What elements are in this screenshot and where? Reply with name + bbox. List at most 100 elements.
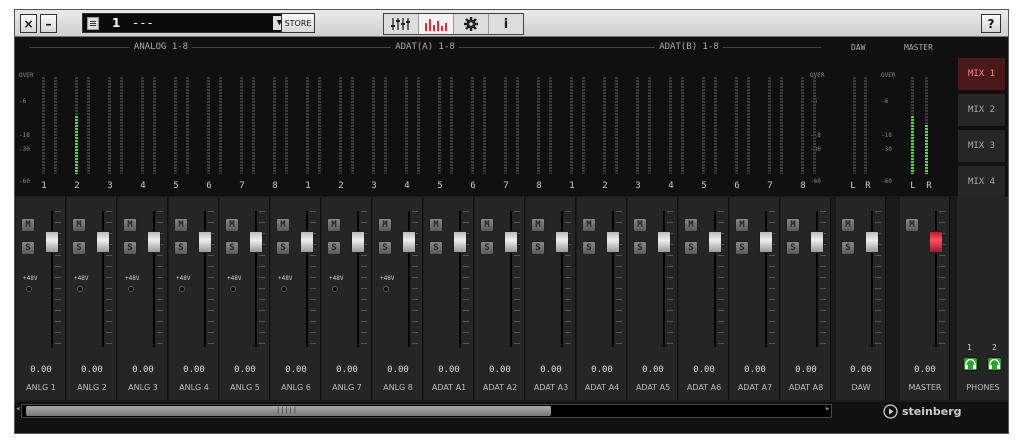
document-icon bbox=[87, 17, 99, 30]
meter-bar bbox=[153, 77, 156, 174]
fader-handle[interactable] bbox=[504, 231, 518, 253]
tab-meters[interactable] bbox=[419, 14, 454, 34]
preset-selector[interactable]: 1 --- ▼ bbox=[82, 13, 290, 33]
steinberg-logo-icon bbox=[883, 403, 898, 419]
solo-button[interactable]: S bbox=[123, 241, 137, 255]
fader-handle[interactable] bbox=[606, 231, 620, 253]
solo-button[interactable]: S bbox=[633, 241, 647, 255]
scroll-grip: ||||| bbox=[276, 406, 298, 414]
solo-button[interactable]: S bbox=[429, 241, 443, 255]
phantom-power-led[interactable] bbox=[179, 286, 185, 292]
solo-button[interactable]: S bbox=[378, 241, 392, 255]
solo-button[interactable]: S bbox=[531, 241, 545, 255]
channel-number: 6 bbox=[470, 181, 476, 191]
mute-button[interactable]: M bbox=[327, 218, 341, 232]
daw-meter-l bbox=[853, 77, 856, 174]
minimize-button[interactable]: – bbox=[40, 14, 57, 33]
mute-button[interactable]: M bbox=[378, 218, 392, 232]
meter-bar bbox=[636, 77, 639, 174]
phantom-power-led[interactable] bbox=[26, 286, 32, 292]
mute-button[interactable]: M bbox=[633, 218, 647, 232]
fader-handle[interactable] bbox=[453, 231, 467, 253]
solo-button[interactable]: S bbox=[735, 241, 749, 255]
tab-mixer[interactable] bbox=[384, 14, 419, 34]
store-button[interactable]: STORE bbox=[281, 13, 315, 33]
channel-name: ANLG 8 bbox=[383, 383, 413, 392]
fader-handle[interactable] bbox=[147, 231, 161, 253]
mix-2-button[interactable]: MIX 2 bbox=[957, 93, 1006, 127]
fader-handle[interactable] bbox=[865, 231, 879, 253]
mute-button[interactable]: M bbox=[735, 218, 749, 232]
fader-handle[interactable] bbox=[759, 231, 773, 253]
phones-1-button[interactable] bbox=[963, 357, 978, 371]
mute-button[interactable]: M bbox=[684, 218, 698, 232]
help-button[interactable]: ? bbox=[981, 14, 1001, 33]
mute-button[interactable]: M bbox=[841, 218, 855, 232]
phones-label: PHONES bbox=[966, 383, 1000, 392]
mute-button[interactable]: M bbox=[531, 218, 545, 232]
fader-handle[interactable] bbox=[657, 231, 671, 253]
phantom-power-led[interactable] bbox=[383, 286, 389, 292]
mute-button[interactable]: M bbox=[480, 218, 494, 232]
solo-button[interactable]: S bbox=[480, 241, 494, 255]
mute-button[interactable]: M bbox=[905, 218, 919, 232]
solo-button[interactable]: S bbox=[21, 241, 35, 255]
channel-name: ADAT A6 bbox=[686, 383, 722, 392]
fader-handle[interactable] bbox=[300, 231, 314, 253]
phantom-power-led[interactable] bbox=[332, 286, 338, 292]
mix-4-button[interactable]: MIX 4 bbox=[957, 165, 1006, 199]
fader-handle[interactable] bbox=[708, 231, 722, 253]
meter-bar bbox=[54, 77, 57, 174]
phantom-power-label: +48V bbox=[125, 275, 140, 282]
tab-settings[interactable] bbox=[454, 14, 489, 34]
fader-handle[interactable] bbox=[249, 231, 263, 253]
mute-button[interactable]: M bbox=[429, 218, 443, 232]
tab-info[interactable]: i bbox=[489, 14, 523, 34]
mute-button[interactable]: M bbox=[225, 218, 239, 232]
channel-name: ANLG 4 bbox=[179, 383, 209, 392]
channel-number: 4 bbox=[668, 181, 674, 191]
fader-handle[interactable] bbox=[45, 231, 59, 253]
solo-button[interactable]: S bbox=[276, 241, 290, 255]
solo-button[interactable]: S bbox=[174, 241, 188, 255]
meter-scale-label: OVER bbox=[19, 72, 34, 79]
mute-button[interactable]: M bbox=[72, 218, 86, 232]
mix-3-button[interactable]: MIX 3 bbox=[957, 129, 1006, 163]
mute-button[interactable]: M bbox=[786, 218, 800, 232]
fader-handle[interactable] bbox=[198, 231, 212, 253]
solo-button[interactable]: S bbox=[582, 241, 596, 255]
fader-handle[interactable] bbox=[810, 231, 824, 253]
fader-handle[interactable] bbox=[351, 231, 365, 253]
mute-button[interactable]: M bbox=[174, 218, 188, 232]
mix-1-button[interactable]: MIX 1 bbox=[957, 57, 1006, 91]
close-button[interactable]: × bbox=[20, 14, 37, 33]
meter-group-analog: ANALOG 1-8 bbox=[29, 40, 293, 54]
fader-handle[interactable] bbox=[402, 231, 416, 253]
fader-handle[interactable] bbox=[555, 231, 569, 253]
phantom-power-led[interactable] bbox=[77, 286, 83, 292]
mute-button[interactable]: M bbox=[276, 218, 290, 232]
solo-button[interactable]: S bbox=[684, 241, 698, 255]
meter-bar bbox=[240, 77, 243, 174]
meter-bar bbox=[747, 77, 750, 174]
phones-number-1: 1 bbox=[967, 343, 972, 352]
fader-handle[interactable] bbox=[929, 231, 943, 253]
solo-button[interactable]: S bbox=[72, 241, 86, 255]
scrollbar-thumb[interactable]: ||||| bbox=[26, 406, 551, 416]
solo-button[interactable]: S bbox=[786, 241, 800, 255]
mute-button[interactable]: M bbox=[582, 218, 596, 232]
solo-button[interactable]: S bbox=[327, 241, 341, 255]
mute-button[interactable]: M bbox=[123, 218, 137, 232]
phantom-power-led[interactable] bbox=[128, 286, 134, 292]
phones-2-button[interactable] bbox=[987, 357, 1002, 371]
mute-button[interactable]: M bbox=[21, 218, 35, 232]
meter-bar bbox=[537, 77, 540, 174]
solo-button[interactable]: S bbox=[225, 241, 239, 255]
horizontal-scrollbar[interactable]: ||||| bbox=[21, 404, 832, 418]
solo-button[interactable]: S bbox=[841, 241, 855, 255]
scroll-left-icon[interactable]: ◂ bbox=[15, 404, 20, 414]
phantom-power-led[interactable] bbox=[230, 286, 236, 292]
phantom-power-led[interactable] bbox=[281, 286, 287, 292]
fader-handle[interactable] bbox=[96, 231, 110, 253]
scroll-right-icon[interactable]: ▸ bbox=[825, 404, 830, 414]
